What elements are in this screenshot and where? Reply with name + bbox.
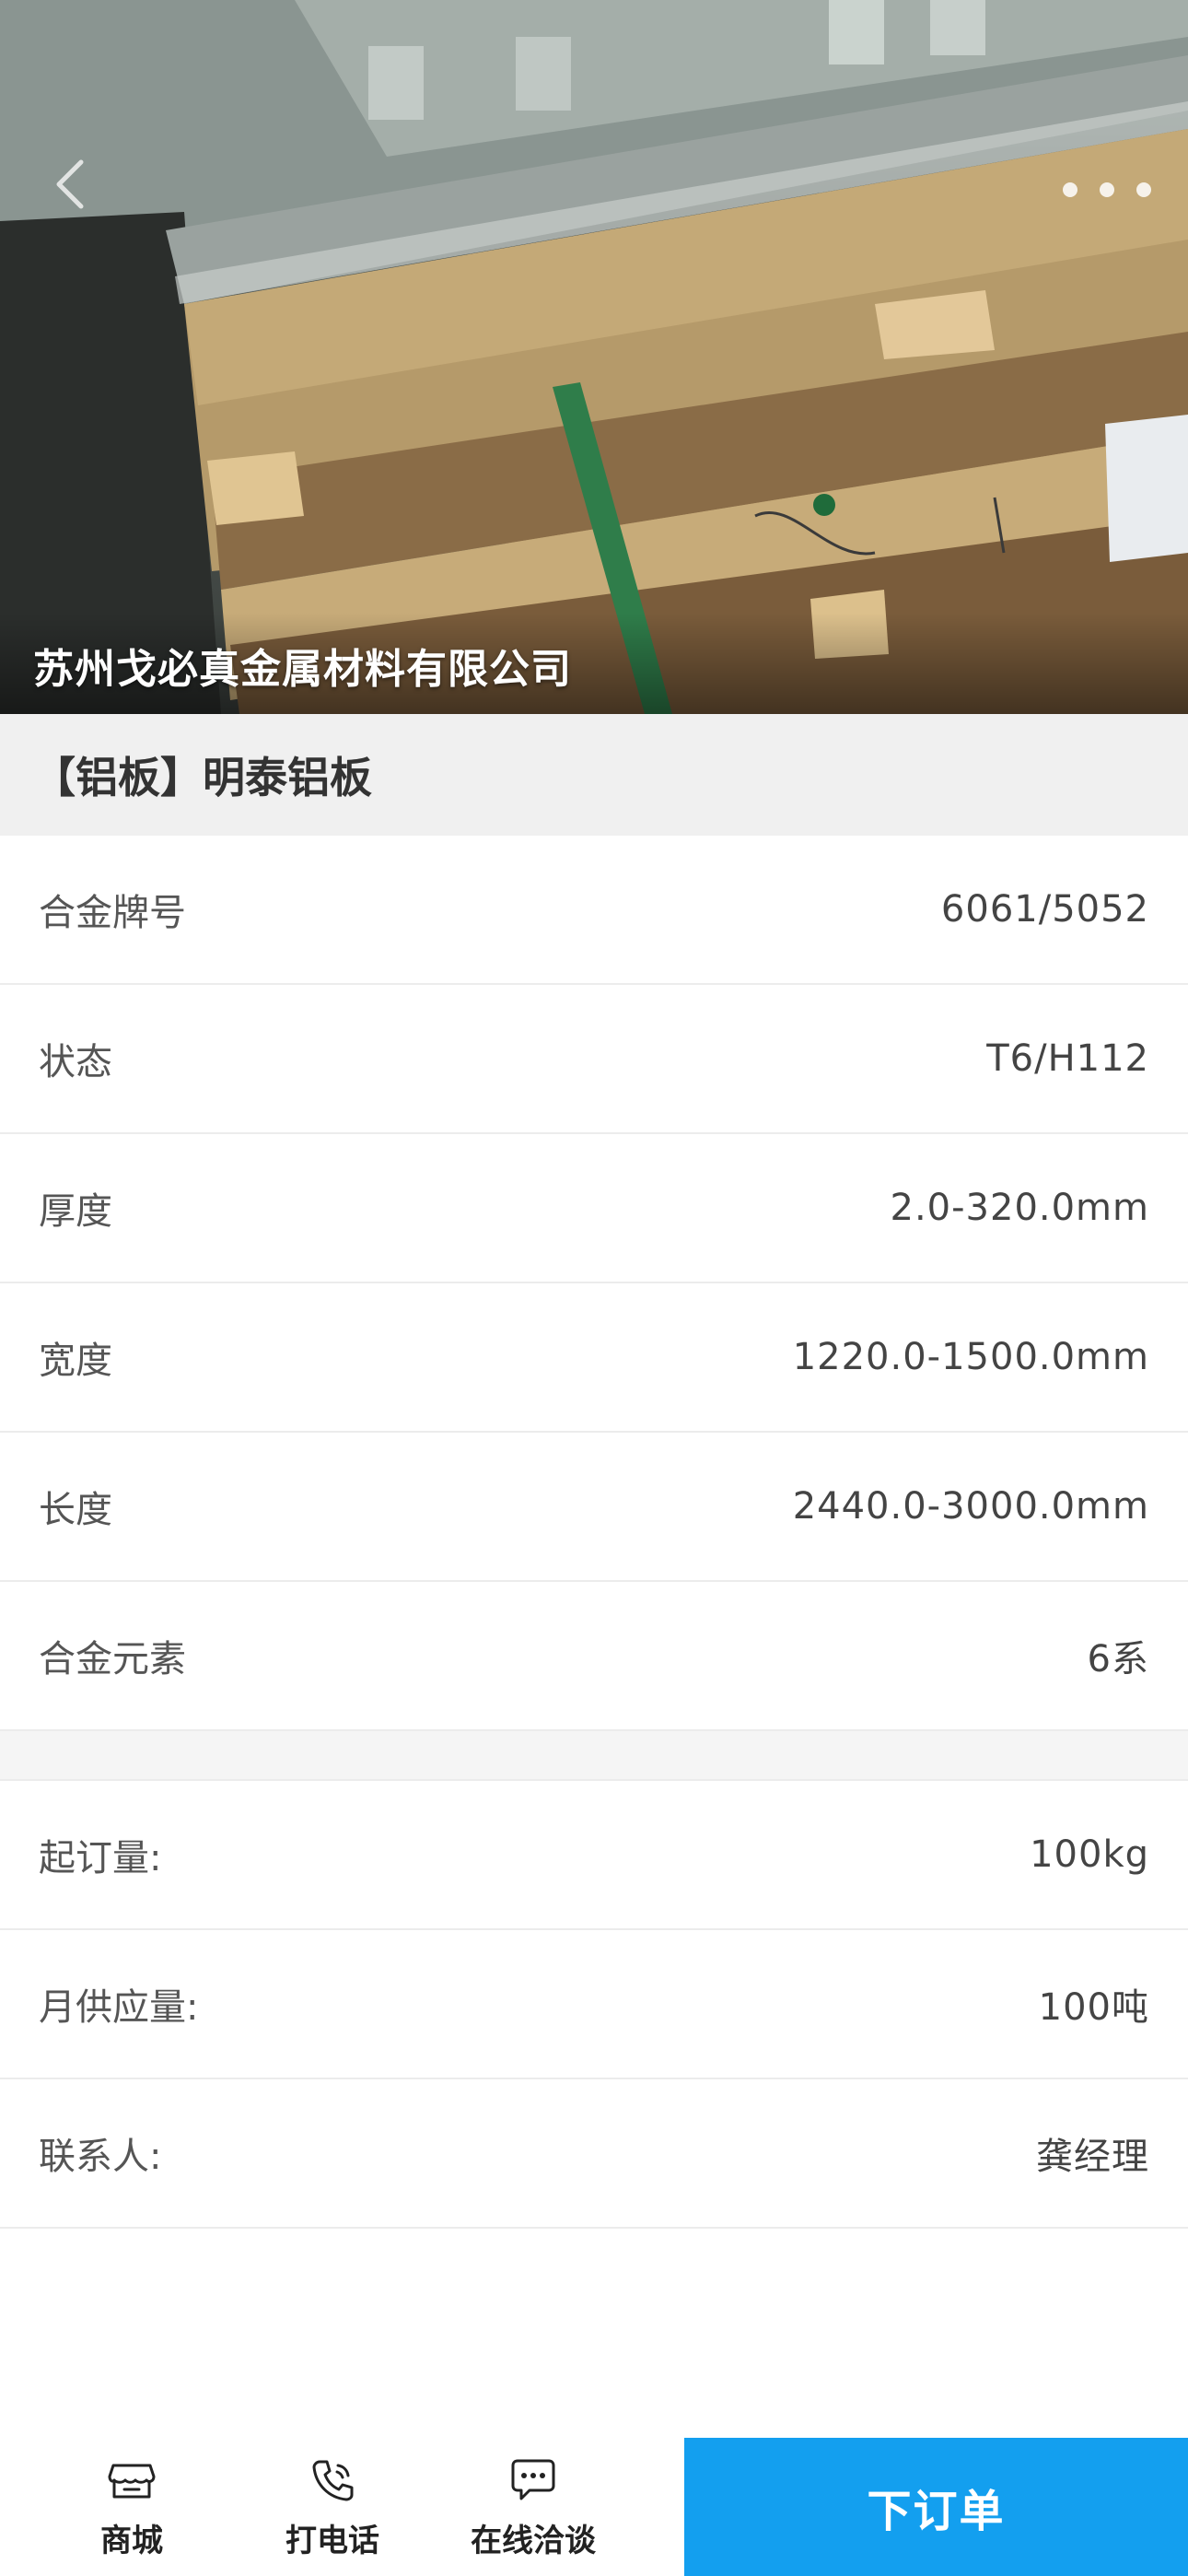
storefront-icon — [108, 2464, 156, 2498]
shop-button[interactable]: 商城 — [31, 2438, 232, 2576]
spec-row-thickness: 厚度 2.0-320.0mm — [0, 1134, 1188, 1283]
shop-label: 商城 — [100, 2522, 163, 2559]
chat-label: 在线洽谈 — [471, 2522, 596, 2559]
product-photo: 苏州戈必真金属材料有限公司 — [0, 0, 1188, 714]
product-photo-art — [0, 0, 1188, 714]
info-label: 联系人: — [39, 2136, 162, 2178]
product-detail-page: 苏州戈必真金属材料有限公司 【铝板】明泰铝板 合金牌号 6061/5052 状态… — [0, 0, 1188, 2576]
phone-icon — [312, 2460, 354, 2500]
more-dot — [1100, 182, 1114, 197]
chat-bubble-icon — [511, 2459, 555, 2500]
spec-label: 状态 — [39, 1041, 112, 1083]
product-title: 【铝板】明泰铝板 — [33, 753, 372, 802]
place-order-button[interactable]: 下订单 — [684, 2438, 1188, 2576]
more-button[interactable] — [1063, 171, 1151, 208]
spec-row-temper: 状态 T6/H112 — [0, 985, 1188, 1134]
info-label: 起订量: — [39, 1837, 162, 1879]
spec-row-alloy-grade: 合金牌号 6061/5052 — [0, 836, 1188, 985]
info-row-min-order: 起订量: 100kg — [0, 1781, 1188, 1930]
spec-label: 宽度 — [39, 1340, 112, 1382]
spec-row-alloy-element: 合金元素 6系 — [0, 1582, 1188, 1731]
call-button[interactable]: 打电话 — [232, 2438, 433, 2576]
spec-label: 厚度 — [39, 1190, 112, 1233]
info-value: 100kg — [1030, 1833, 1149, 1876]
info-label: 月供应量: — [39, 1986, 199, 2029]
supply-info-list: 起订量: 100kg 月供应量: 100吨 联系人: 龚经理 — [0, 1781, 1188, 2229]
spec-list: 合金牌号 6061/5052 状态 T6/H112 厚度 2.0-320.0mm… — [0, 836, 1188, 1731]
spec-value: 1220.0-1500.0mm — [792, 1336, 1149, 1378]
chevron-left-icon — [56, 159, 84, 209]
spec-value: 2440.0-3000.0mm — [792, 1485, 1149, 1528]
info-row-monthly-supply: 月供应量: 100吨 — [0, 1930, 1188, 2079]
chat-button[interactable]: 在线洽谈 — [433, 2438, 634, 2576]
spec-row-width: 宽度 1220.0-1500.0mm — [0, 1283, 1188, 1433]
back-button[interactable] — [53, 158, 99, 223]
bottom-action-bar: 商城 打电话 在线洽谈 下订单 — [0, 2438, 1188, 2576]
spec-label: 合金元素 — [39, 1638, 186, 1680]
info-value: 龚经理 — [1036, 2136, 1149, 2178]
info-value: 100吨 — [1038, 1986, 1149, 2029]
spec-label: 长度 — [39, 1489, 112, 1531]
spec-label: 合金牌号 — [39, 892, 186, 934]
spec-value: 6061/5052 — [940, 888, 1149, 931]
section-divider — [0, 1731, 1188, 1781]
more-dot — [1136, 182, 1151, 197]
spec-value: T6/H112 — [986, 1037, 1149, 1080]
product-title-bar: 【铝板】明泰铝板 — [0, 714, 1188, 836]
company-name: 苏州戈必真金属材料有限公司 — [33, 646, 572, 693]
call-label: 打电话 — [285, 2522, 379, 2559]
spec-row-length: 长度 2440.0-3000.0mm — [0, 1433, 1188, 1582]
spec-value: 6系 — [1087, 1638, 1149, 1680]
info-row-contact: 联系人: 龚经理 — [0, 2079, 1188, 2229]
more-dots-icon — [1063, 182, 1077, 197]
spec-value: 2.0-320.0mm — [890, 1187, 1149, 1229]
